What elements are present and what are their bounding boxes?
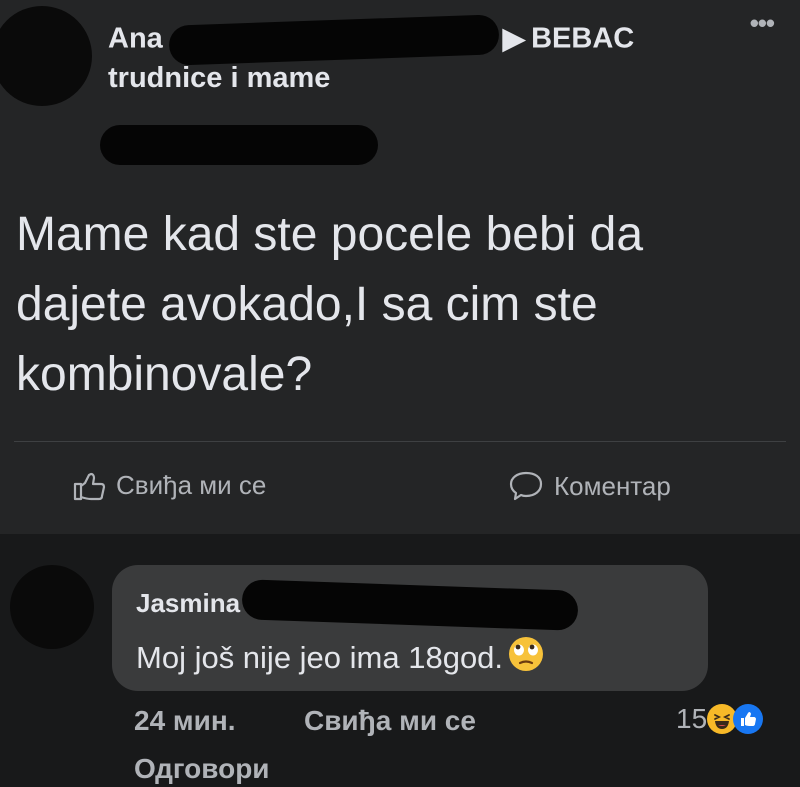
like-label: Свиђа ми се bbox=[116, 470, 267, 500]
group-name-line2[interactable]: trudnice i mame bbox=[108, 60, 634, 96]
comment-bubble: Jasmina Moj još nije jeo ima 18god. bbox=[112, 565, 708, 691]
comment-author-row: Jasmina bbox=[136, 579, 579, 631]
arrow-right-icon: ▶ bbox=[502, 22, 526, 55]
comment-label: Коментар bbox=[554, 470, 671, 501]
thumbs-up-icon bbox=[72, 471, 106, 501]
reaction-count: 15 bbox=[676, 703, 708, 734]
group-name[interactable]: BEBAC bbox=[531, 23, 634, 55]
commenter-avatar-redacted[interactable] bbox=[10, 565, 94, 649]
redaction-bar bbox=[168, 14, 500, 66]
more-dots-icon[interactable]: ••• bbox=[750, 8, 775, 39]
comment-section: Jasmina Moj još nije jeo ima 18god. 24 м… bbox=[0, 545, 800, 787]
thumbs-up-icon bbox=[733, 704, 764, 734]
comment-text: Moj još nije jeo ima 18god. bbox=[136, 640, 504, 675]
eye-roll-emoji-icon bbox=[507, 635, 545, 681]
post-card: Ana ▶ BEBAC trudnice i mame ••• Mame kad s… bbox=[0, 0, 800, 534]
author-name[interactable]: Ana bbox=[108, 23, 163, 55]
comment-time[interactable]: 24 мин. bbox=[134, 705, 236, 737]
comment-bubble-icon bbox=[508, 470, 544, 502]
redaction-bar bbox=[241, 579, 579, 631]
reply-button[interactable]: Одговори bbox=[134, 753, 270, 785]
comment-button[interactable]: Коментар bbox=[508, 470, 671, 502]
reaction-summary[interactable]: 15 bbox=[676, 703, 764, 735]
post-body: Mame kad ste pocele bebi da dajete avoka… bbox=[16, 208, 644, 401]
like-button[interactable]: Свиђа ми се bbox=[72, 470, 266, 501]
post-header-row: Ana ▶ BEBAC bbox=[108, 14, 634, 66]
author-avatar-redacted[interactable] bbox=[0, 6, 92, 106]
comment-author[interactable]: Jasmina bbox=[136, 588, 240, 618]
comment-like-button[interactable]: Свиђа ми се bbox=[304, 705, 476, 737]
post-header: Ana ▶ BEBAC trudnice i mame bbox=[108, 14, 634, 96]
comment-text-row: Moj još nije jeo ima 18god. bbox=[136, 635, 545, 681]
redaction-bar bbox=[100, 125, 378, 165]
divider bbox=[14, 441, 786, 442]
